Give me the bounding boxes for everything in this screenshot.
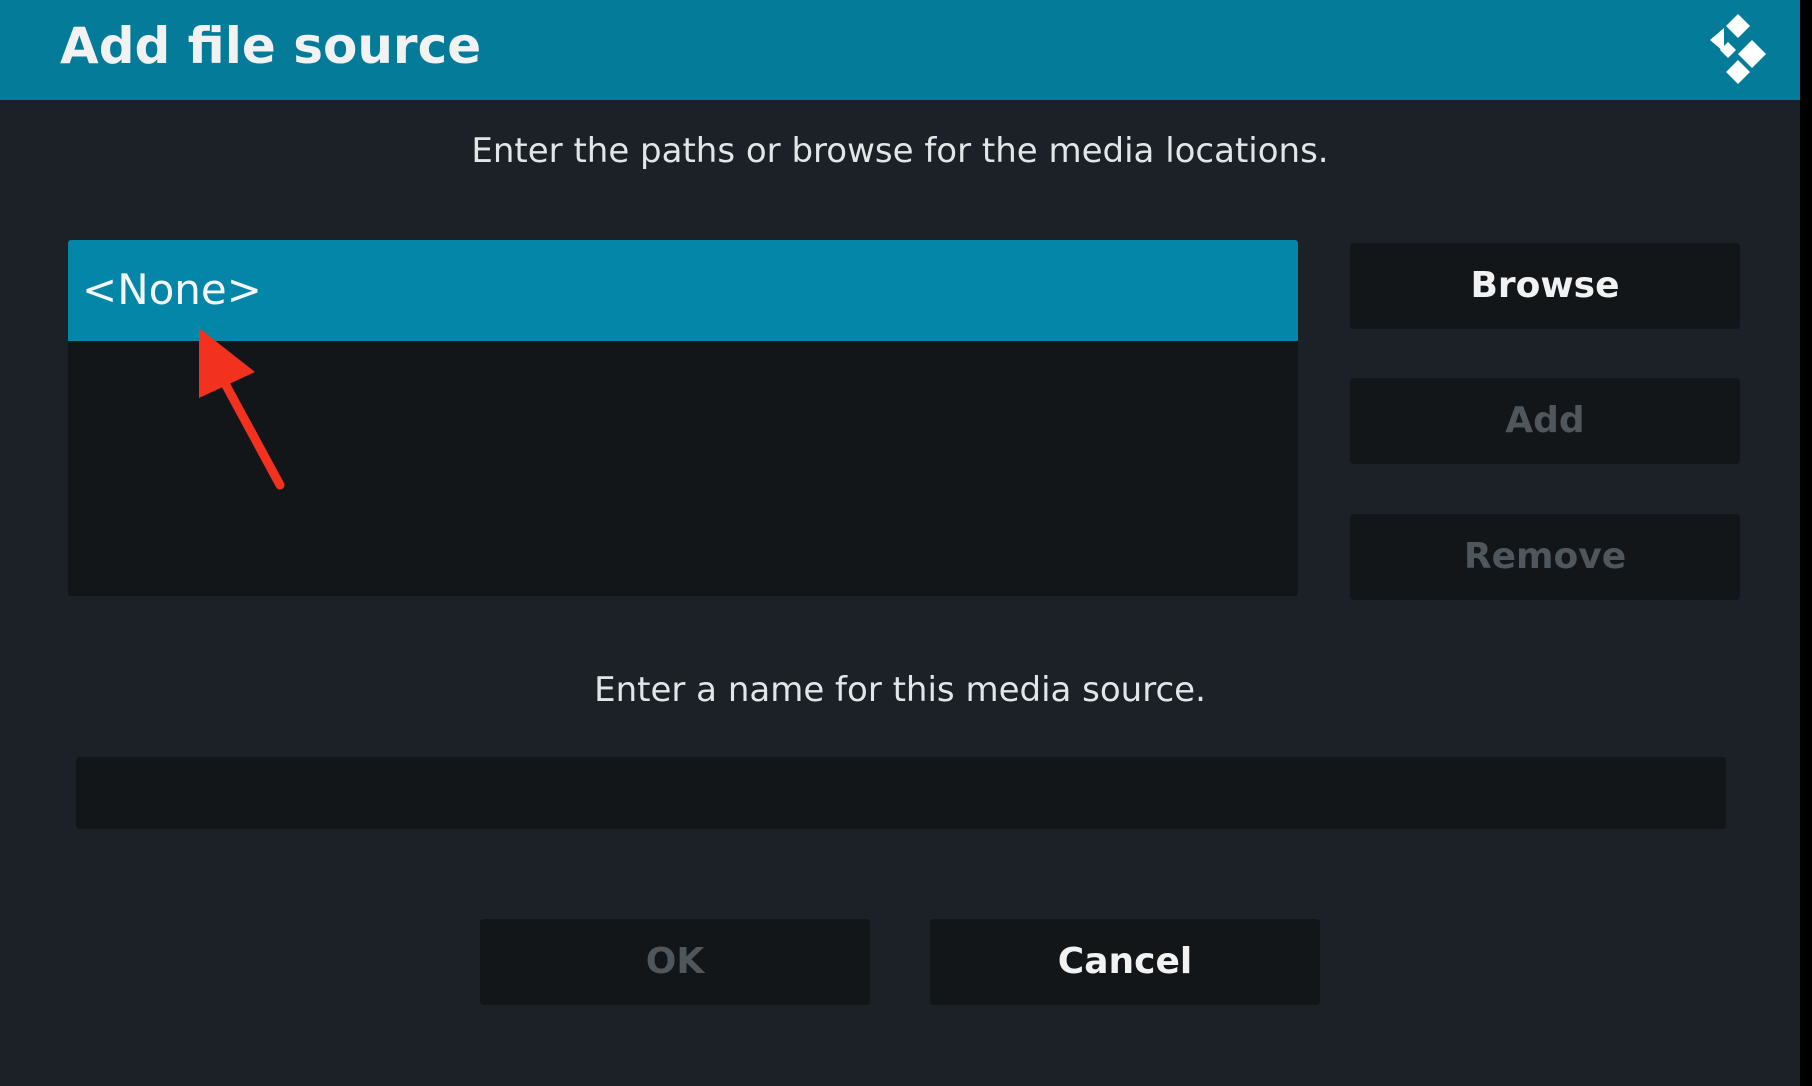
paths-instruction: Enter the paths or browse for the media … [471, 131, 1329, 171]
add-button[interactable]: Add [1350, 378, 1740, 464]
cancel-button[interactable]: Cancel [930, 919, 1320, 1005]
path-list-item-label: <None> [82, 265, 262, 314]
annotation-arrow-icon [199, 328, 285, 490]
window-edge [1800, 0, 1812, 1086]
dialog-header: Add file source [0, 0, 1800, 100]
browse-button[interactable]: Browse [1350, 243, 1740, 329]
kodi-logo-icon [1710, 14, 1766, 84]
ok-button[interactable]: OK [480, 919, 870, 1005]
media-source-name-input[interactable] [76, 757, 1726, 829]
name-instruction: Enter a name for this media source. [594, 670, 1206, 710]
remove-button[interactable]: Remove [1350, 514, 1740, 600]
dialog-title: Add file source [60, 17, 482, 75]
add-file-source-dialog: Add file source Enter the paths or brows… [0, 0, 1800, 1086]
